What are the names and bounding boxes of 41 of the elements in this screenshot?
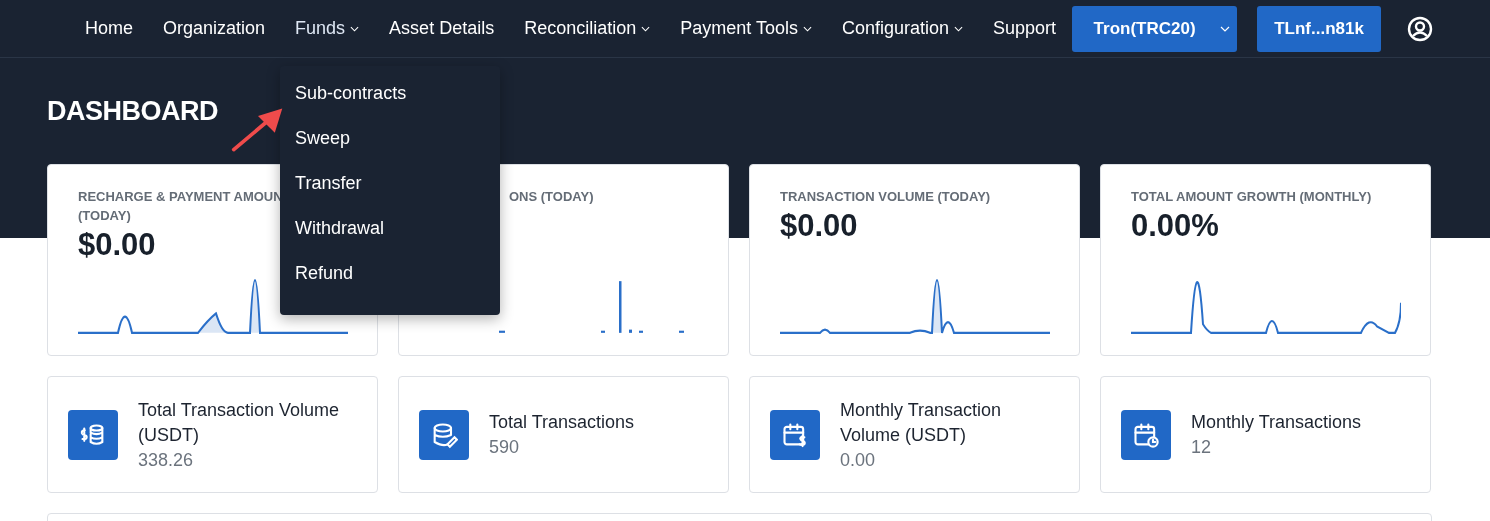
summary-value: 0.00 <box>840 448 877 472</box>
menu-item[interactable]: Transfer <box>280 168 501 213</box>
summary-label: Total Transactions <box>489 411 635 434</box>
nav-link[interactable]: Reconciliation <box>509 10 666 47</box>
database-icon <box>419 409 469 460</box>
stat-value: $0.00 <box>78 227 156 263</box>
stat-title: TOTAL AMOUNT GROWTH (MONTHLY) <box>1131 188 1372 206</box>
coins-icon <box>68 409 118 460</box>
stat-title: (TODAY) <box>78 207 131 225</box>
nav-link[interactable]: Configuration <box>826 10 979 47</box>
summary-value: 590 <box>489 436 521 459</box>
caret-icon <box>954 25 964 32</box>
summary-label: Monthly Transactions <box>1191 411 1362 434</box>
stat-title: ONS (TODAY) <box>509 188 594 206</box>
caret-icon <box>641 25 651 32</box>
summary-value: 12 <box>1191 436 1213 459</box>
nav-link[interactable]: Organization <box>148 10 281 47</box>
stat-value: $0.00 <box>780 208 858 244</box>
user-icon[interactable] <box>1407 15 1434 42</box>
menu-item[interactable]: Withdrawal <box>280 213 501 258</box>
wallet-button[interactable]: TLnf...n81k <box>1257 5 1382 52</box>
summary-value: 338.26 <box>138 448 195 472</box>
menu-item[interactable]: Sub-contracts <box>280 78 501 123</box>
caret-icon <box>802 25 812 32</box>
stat-title: TRANSACTION VOLUME (TODAY) <box>780 188 991 206</box>
nav-link[interactable]: Funds <box>280 10 375 47</box>
caret-icon <box>1219 25 1230 32</box>
nav-link[interactable]: Payment Tools <box>665 10 827 47</box>
menu-item[interactable]: Refund <box>280 258 501 303</box>
network-dropdown[interactable]: Tron(TRC20) <box>1072 5 1238 52</box>
nav-link[interactable]: Asset Details <box>374 10 510 47</box>
caret-icon <box>350 25 360 32</box>
menu-item[interactable]: Sweep <box>280 123 501 168</box>
stat-value: 0.00% <box>1131 208 1219 244</box>
nav-link[interactable]: Home <box>70 10 148 47</box>
summary-label: Total Transaction Volume (USDT) <box>138 398 341 447</box>
page-title: DASHBOARD <box>47 96 218 127</box>
nav-link[interactable]: Support <box>978 10 1072 47</box>
calendar-dollar-icon <box>770 409 820 460</box>
calendar-clock-icon <box>1121 409 1171 460</box>
summary-label: Monthly Transaction Volume (USDT) <box>840 398 1003 447</box>
